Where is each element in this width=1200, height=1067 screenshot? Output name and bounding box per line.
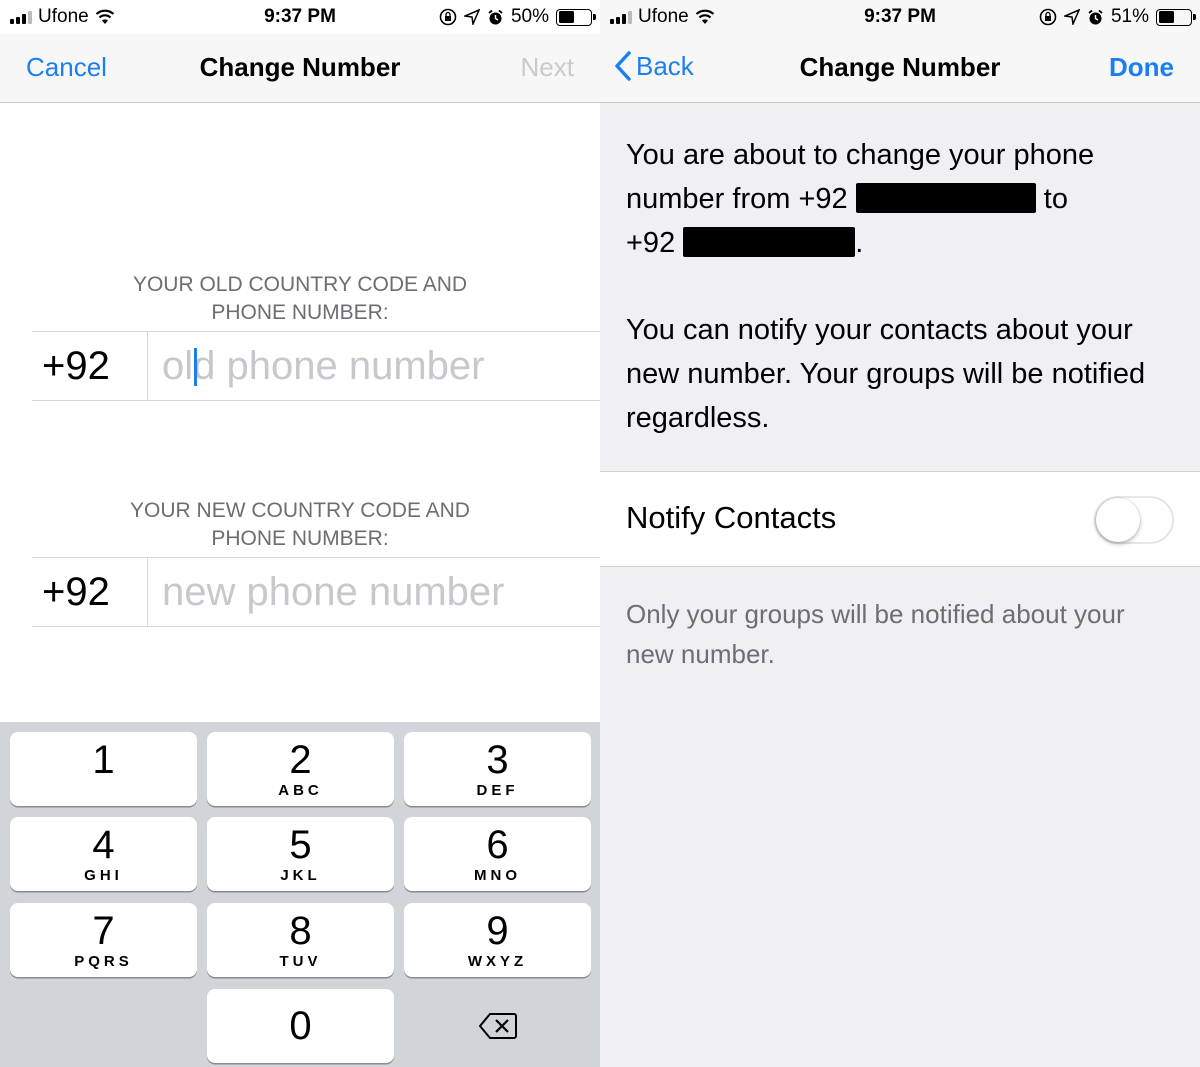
battery-percent: 51% [1110, 6, 1149, 27]
new-number-label-line1: YOUR NEW COUNTRY CODE AND [130, 499, 470, 522]
key-number: 7 [92, 909, 115, 953]
key-number: 3 [486, 738, 509, 782]
confirmation-line2: number from +92 to [626, 177, 1182, 221]
confirmation-to: to [1043, 183, 1068, 215]
delete-key[interactable] [404, 989, 591, 1063]
done-button[interactable]: Done [1109, 52, 1174, 83]
redacted-new-number [683, 227, 856, 257]
location-icon [463, 9, 480, 25]
battery-fill [1158, 11, 1175, 23]
old-country-code[interactable]: +92 [32, 332, 148, 400]
key-letters: MNO [474, 867, 521, 884]
new-number-label-line2: PHONE NUMBER: [211, 527, 389, 550]
notify-contacts-row: Notify Contacts [600, 471, 1200, 567]
redacted-old-number [855, 183, 1036, 213]
key-9[interactable]: 9 WXYZ [404, 903, 591, 977]
text-cursor [194, 348, 197, 386]
battery-percent: 50% [510, 6, 549, 27]
location-icon [1063, 9, 1080, 25]
new-phone-input[interactable] [162, 558, 592, 626]
old-phone-row: +92 [32, 331, 600, 401]
rotation-lock-icon [439, 8, 457, 26]
key-number: 2 [289, 738, 312, 782]
battery-fill [558, 11, 574, 23]
new-number-label: YOUR NEW COUNTRY CODE AND PHONE NUMBER: [0, 497, 600, 553]
backspace-icon [478, 1013, 517, 1039]
key-7[interactable]: 7 PQRS [10, 903, 197, 977]
alarm-icon [488, 9, 503, 24]
notify-contacts-label: Notify Contacts [626, 500, 837, 535]
key-letters: ABC [278, 782, 323, 799]
nav-bar: Cancel Change Number Next [0, 34, 600, 103]
battery-icon [556, 8, 596, 26]
key-number: 0 [289, 1004, 312, 1048]
old-number-label-line1: YOUR OLD COUNTRY CODE AND [132, 273, 468, 296]
new-number-prefix: +92 [626, 227, 676, 259]
groups-footnote: Only your groups will be notified about … [626, 599, 1125, 669]
right-screen: Ufone 9:37 PM 51% Back Change Number Don… [600, 0, 1200, 1067]
notify-info-text: You can notify your contacts about your … [626, 314, 1146, 434]
change-confirmation-text: You are about to change your phone numbe… [626, 133, 1182, 265]
key-letters: PQRS [74, 953, 133, 970]
key-number: 9 [486, 909, 509, 953]
old-number-prefix: number from +92 [626, 183, 848, 215]
confirmation-line1: You are about to change your phone [626, 139, 1095, 171]
notify-contacts-toggle[interactable] [1094, 496, 1174, 544]
key-5[interactable]: 5 JKL [207, 817, 394, 891]
key-0[interactable]: 0 [207, 989, 394, 1063]
new-country-code[interactable]: +92 [32, 558, 148, 626]
key-letters: GHI [84, 867, 123, 884]
key-letters: DEF [476, 782, 519, 799]
old-number-label: YOUR OLD COUNTRY CODE AND PHONE NUMBER: [0, 271, 600, 327]
numeric-keypad: 1 2 ABC 3 DEF 4 GHI 5 JKL 6 MNO 7 PQRS 8 TUV 9W… [0, 722, 600, 1067]
key-number: 1 [92, 738, 115, 782]
key-4[interactable]: 4 GHI [10, 817, 197, 891]
toggle-knob [1096, 498, 1140, 542]
key-2[interactable]: 2 ABC [207, 732, 394, 806]
alarm-icon [1088, 9, 1103, 24]
rotation-lock-icon [1039, 8, 1057, 26]
status-bar: Ufone 9:37 PM 50% [0, 0, 600, 34]
key-number: 5 [289, 823, 312, 867]
next-button[interactable]: Next [521, 52, 574, 83]
confirmation-line3: +92 . [626, 221, 1182, 265]
key-letters: TUV [279, 953, 322, 970]
key-letters: WXYZ [467, 953, 528, 970]
nav-bar: Back Change Number Done [600, 34, 1200, 103]
key-8[interactable]: 8 TUV [207, 903, 394, 977]
key-number: 6 [486, 823, 509, 867]
key-3[interactable]: 3 DEF [404, 732, 591, 806]
page-title: Change Number [199, 52, 401, 82]
key-letters: JKL [280, 867, 321, 884]
old-number-label-line2: PHONE NUMBER: [211, 301, 389, 324]
key-number: 8 [289, 909, 312, 953]
old-phone-input[interactable] [162, 332, 592, 400]
status-icons: 50% [439, 6, 596, 28]
key-number: 4 [92, 823, 115, 867]
key-6[interactable]: 6 MNO [404, 817, 591, 891]
battery-icon [1156, 8, 1196, 26]
new-phone-row: +92 [32, 557, 600, 627]
status-bar: Ufone 9:37 PM 51% [600, 0, 1200, 34]
confirmation-period: . [855, 227, 864, 259]
key-1[interactable]: 1 [10, 732, 197, 806]
status-icons: 51% [1039, 6, 1196, 28]
left-screen: Ufone 9:37 PM 50% Cancel Change Number N… [0, 0, 600, 1067]
